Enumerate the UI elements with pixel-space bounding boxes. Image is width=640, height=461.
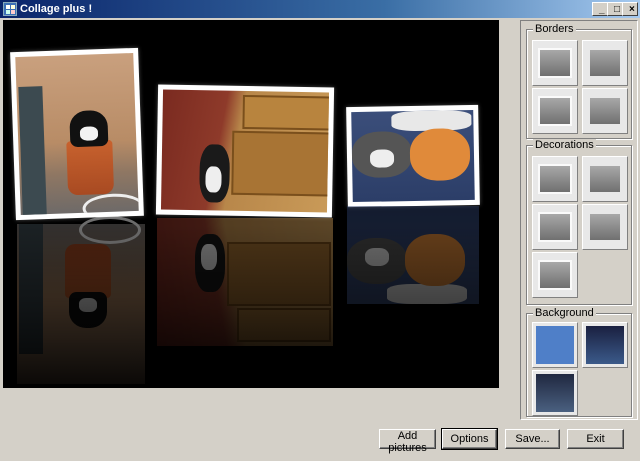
save-button[interactable]: Save...: [505, 429, 560, 449]
border-thumb-2[interactable]: [582, 40, 628, 86]
borders-group: Borders: [526, 23, 632, 139]
border-thumb-4[interactable]: [582, 88, 628, 134]
exit-button[interactable]: Exit: [567, 429, 624, 449]
background-group: Background: [526, 307, 632, 417]
photo-image: [160, 89, 330, 213]
photo-image: [351, 109, 475, 203]
collage-canvas[interactable]: [3, 20, 499, 388]
decoration-thumb-1[interactable]: [532, 156, 578, 202]
collage-photo-two-cats[interactable]: [346, 104, 480, 208]
decoration-thumb-5[interactable]: [532, 252, 578, 298]
decoration-preview-icon: [590, 214, 620, 240]
minimize-button[interactable]: _: [592, 2, 608, 16]
borders-group-label: Borders: [533, 23, 576, 35]
decorations-group: Decorations: [526, 139, 632, 305]
border-thumb-1[interactable]: [532, 40, 578, 86]
background-swatch-icon: [586, 326, 624, 364]
border-preview-icon: [538, 96, 572, 126]
photo-image: [15, 52, 139, 216]
border-preview-icon: [590, 50, 620, 76]
border-thumb-3[interactable]: [532, 88, 578, 134]
background-swatch-icon: [536, 374, 574, 412]
decoration-thumb-4[interactable]: [582, 204, 628, 250]
maximize-button[interactable]: □: [607, 2, 623, 16]
background-swatch-icon: [536, 326, 574, 364]
app-collage-icon: [3, 2, 17, 16]
decoration-thumb-3[interactable]: [532, 204, 578, 250]
decorations-group-label: Decorations: [533, 139, 596, 151]
background-thumb-night[interactable]: [532, 370, 578, 416]
reflection-fade: [3, 225, 499, 388]
background-thumb-dark[interactable]: [582, 322, 628, 368]
window-title: Collage plus !: [20, 3, 93, 15]
border-preview-icon: [538, 48, 572, 78]
decoration-thumb-2[interactable]: [582, 156, 628, 202]
add-pictures-button[interactable]: Add pictures: [379, 429, 436, 454]
decoration-preview-icon: [538, 212, 572, 242]
tools-panel: Borders Decorations Background: [520, 20, 638, 420]
background-group-label: Background: [533, 307, 596, 319]
decoration-preview-icon: [538, 260, 572, 290]
collage-photo-kitten-drawer[interactable]: [155, 84, 335, 218]
options-button[interactable]: Options: [441, 428, 498, 450]
decoration-preview-icon: [590, 166, 620, 192]
close-button[interactable]: ×: [622, 2, 638, 16]
title-bar[interactable]: Collage plus ! _ □ ×: [0, 0, 640, 18]
border-preview-icon: [590, 98, 620, 124]
decoration-preview-icon: [538, 164, 572, 194]
background-thumb-blue[interactable]: [532, 322, 578, 368]
collage-photo-kitten-pot[interactable]: [10, 47, 144, 221]
